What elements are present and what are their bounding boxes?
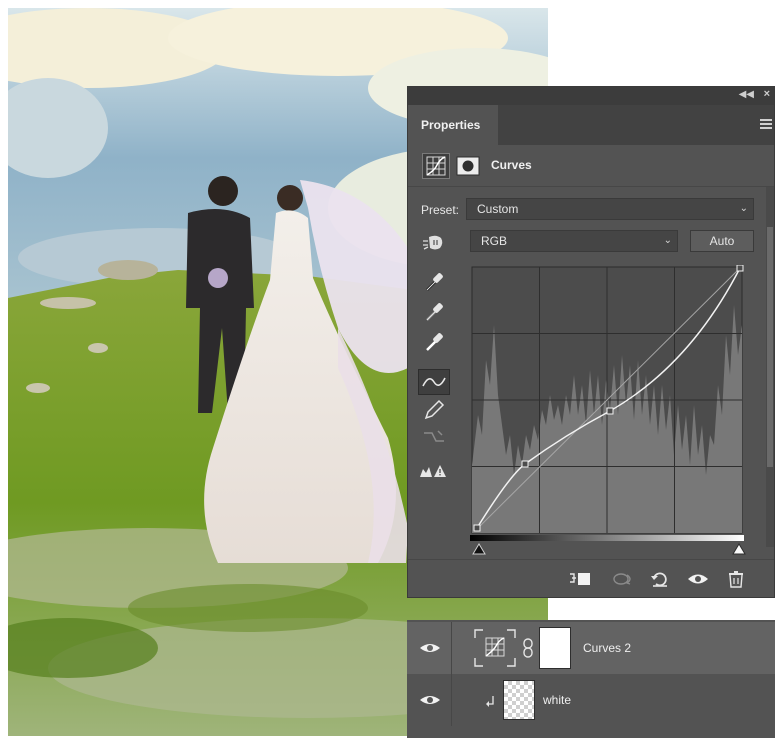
clip-to-layer-icon[interactable] [568,570,590,588]
scrollbar-thumb[interactable] [767,227,773,467]
adjustment-header: Curves [408,145,774,187]
draw-pencil-icon[interactable] [418,397,450,423]
curves-layer-thumbnail[interactable] [473,628,517,668]
channel-value: RGB [481,234,508,248]
preset-label: Preset: [421,203,460,217]
panel-tabbar: Properties [408,105,774,145]
curve-point [606,407,614,415]
layer-row-white[interactable]: white [407,674,775,726]
layer-visibility-eye-icon[interactable] [419,692,441,708]
black-input-slider[interactable] [472,542,486,560]
tab-properties[interactable]: Properties [408,105,498,145]
close-panel-icon[interactable]: × [764,88,770,100]
on-image-adjust-icon[interactable] [420,231,446,255]
preset-value: Custom [477,202,519,216]
adjustment-title: Curves [491,158,532,172]
chevron-down-icon: ⌄ [739,203,748,214]
curve-point [521,460,529,468]
reset-icon[interactable] [648,570,670,588]
edit-points-icon[interactable] [418,369,450,395]
layer-mask-thumbnail[interactable] [539,627,571,669]
curves-graph[interactable] [470,264,744,543]
clipping-warning-icon[interactable] [418,457,450,483]
channel-dropdown[interactable]: RGB ⌄ [470,230,678,252]
view-previous-icon[interactable] [612,570,634,588]
visibility-eye-icon[interactable] [686,570,708,588]
layer-name[interactable]: Curves 2 [583,641,631,655]
layer-visibility-eye-icon[interactable] [419,640,441,656]
layer-name[interactable]: white [543,693,571,707]
panel-footer [408,559,774,597]
panel-scrollbar[interactable] [766,187,774,547]
curve-point [736,264,744,272]
white-point-eyedropper-icon[interactable] [418,329,450,355]
curves-adjustment-icon[interactable] [422,153,450,179]
black-point-eyedropper-icon[interactable] [418,269,450,295]
trash-icon[interactable] [724,570,746,588]
layer-divider [451,674,452,726]
curves-svg [471,264,744,534]
clipping-arrow-icon [485,694,497,707]
gray-point-eyedropper-icon[interactable] [418,299,450,325]
layers-panel: Curves 2 white [407,620,775,738]
layer-divider [451,622,452,674]
collapse-panel-icon[interactable]: ◀◀ [739,89,754,100]
panel-titlebar: ◀◀ × [408,87,774,105]
link-chain-icon[interactable] [521,638,535,658]
auto-button[interactable]: Auto [690,230,754,252]
layer-transparent-thumbnail[interactable] [503,680,535,720]
properties-panel: ◀◀ × Properties Curves Preset: Custom ⌄ … [407,86,775,598]
smooth-curve-icon[interactable] [418,425,450,451]
layer-row-curves-2[interactable]: Curves 2 [407,622,775,674]
layer-mask-icon[interactable] [456,154,480,178]
input-gradient-bar [470,535,744,541]
preset-dropdown[interactable]: Custom ⌄ [466,198,754,220]
white-input-slider[interactable] [732,542,746,560]
chevron-down-icon: ⌄ [663,235,672,246]
panel-menu-icon[interactable] [760,119,772,129]
curve-point [473,524,481,532]
screen: ◀◀ × Properties Curves Preset: Custom ⌄ … [0,0,775,738]
